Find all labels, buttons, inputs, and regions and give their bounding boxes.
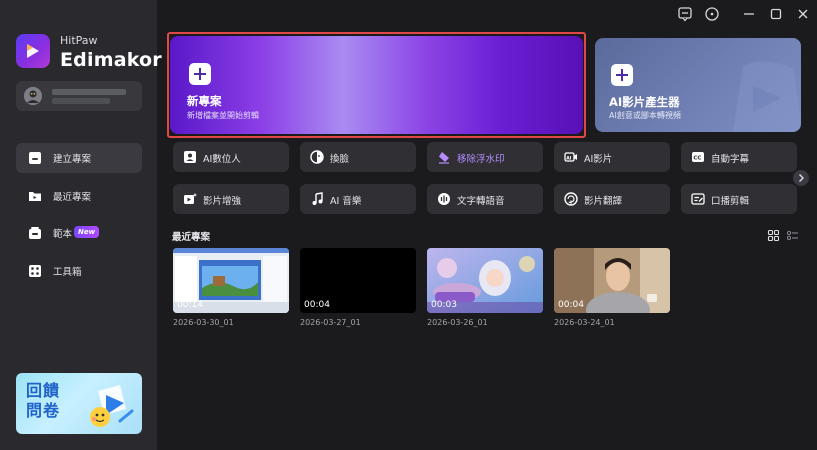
recent-projects-title: 最近專案 bbox=[172, 232, 211, 243]
tool-ai-music[interactable]: AI 音樂 bbox=[300, 184, 416, 214]
minimize-icon[interactable] bbox=[740, 5, 758, 23]
tool-ai-video[interactable]: AI AI影片 bbox=[554, 142, 670, 172]
toolbox-icon bbox=[29, 265, 41, 277]
grid-view-icon[interactable] bbox=[767, 229, 780, 242]
tool-label: 文字轉語音 bbox=[457, 196, 505, 207]
project-thumbnail-3[interactable]: 00:03 bbox=[427, 248, 543, 313]
translate-icon bbox=[564, 192, 578, 206]
tool-text-to-speech[interactable]: 文字轉語音 bbox=[427, 184, 543, 214]
list-view-icon[interactable] bbox=[786, 229, 799, 242]
tool-remove-watermark[interactable]: 移除浮水印 bbox=[427, 142, 543, 172]
project-date: 2026-03-26_01 bbox=[427, 318, 488, 327]
edimakor-logo-icon bbox=[16, 34, 50, 68]
maximize-icon[interactable] bbox=[767, 5, 785, 23]
highlight-outline bbox=[167, 32, 586, 138]
account-name-redacted bbox=[52, 89, 126, 95]
speech-edit-icon bbox=[691, 193, 705, 205]
cc-icon: CC bbox=[692, 152, 704, 162]
avatar-icon bbox=[184, 151, 196, 163]
svg-text:AI: AI bbox=[566, 155, 571, 161]
tool-face-swap[interactable]: 換臉 bbox=[300, 142, 416, 172]
tool-label: AI數位人 bbox=[203, 154, 241, 165]
project-date: 2026-03-30_01 bbox=[173, 318, 234, 327]
tts-icon bbox=[438, 193, 450, 205]
ai-video-generator-card[interactable]: AI影片產生器 AI創意或腳本轉視頻 bbox=[595, 38, 801, 132]
tool-label: 口播剪輯 bbox=[711, 196, 750, 207]
feedback-label: 回饋 問卷 bbox=[26, 381, 60, 421]
ai-generator-subtitle: AI創意或腳本轉視頻 bbox=[609, 111, 681, 120]
tool-speech-edit[interactable]: 口播剪輯 bbox=[681, 184, 797, 214]
eraser-icon bbox=[439, 152, 449, 164]
ai-video-icon: AI bbox=[564, 152, 577, 162]
feedback-label-text: 回饋 問卷 bbox=[26, 381, 61, 420]
brand-company: HitPaw bbox=[60, 34, 98, 47]
project-thumbnail-2[interactable]: 00:04 bbox=[300, 248, 416, 313]
tool-label: 影片翻譯 bbox=[584, 196, 623, 207]
sidebar-item-recent-projects[interactable]: 最近專案 bbox=[16, 181, 142, 211]
home-icon bbox=[29, 152, 41, 164]
sidebar: HitPaw Edimakor 建立專案 最近專案 範本 New 工具箱 回饋 … bbox=[0, 0, 162, 450]
template-icon bbox=[29, 227, 41, 239]
sidebar-item-label: 建立專案 bbox=[53, 154, 92, 165]
ai-generator-title: AI影片產生器 bbox=[609, 95, 680, 109]
project-date: 2026-03-27_01 bbox=[300, 318, 361, 327]
sidebar-item-label: 範本 bbox=[53, 229, 73, 240]
project-duration: 00:04 bbox=[558, 300, 584, 310]
project-thumbnail-1[interactable]: 00:14 bbox=[173, 248, 289, 313]
project-duration: 00:14 bbox=[177, 300, 203, 310]
tool-video-enhance[interactable]: 影片增強 bbox=[173, 184, 289, 214]
folder-icon bbox=[29, 192, 41, 201]
ai-play-decoration-icon bbox=[733, 61, 801, 132]
tool-label: 換臉 bbox=[330, 154, 350, 165]
project-duration: 00:03 bbox=[431, 300, 457, 310]
close-icon[interactable] bbox=[794, 5, 812, 23]
sidebar-item-create-project[interactable]: 建立專案 bbox=[16, 143, 142, 173]
tool-label: AI 音樂 bbox=[330, 196, 362, 207]
sidebar-item-toolbox[interactable]: 工具箱 bbox=[16, 256, 142, 286]
tool-label: 自動字幕 bbox=[711, 154, 750, 165]
project-thumbnail-4[interactable]: 00:04 bbox=[554, 248, 670, 313]
tool-video-translate[interactable]: 影片翻譯 bbox=[554, 184, 670, 214]
project-date: 2026-03-24_01 bbox=[554, 318, 615, 327]
avatar bbox=[24, 87, 42, 105]
enhance-icon bbox=[184, 193, 197, 204]
brand-product: Edimakor bbox=[60, 49, 162, 71]
sidebar-item-label: 工具箱 bbox=[53, 267, 82, 278]
tool-auto-subtitle[interactable]: CC 自動字幕 bbox=[681, 142, 797, 172]
chevron-right-icon bbox=[799, 174, 804, 182]
feedback-survey-banner[interactable]: 回饋 問卷 bbox=[16, 373, 142, 434]
tools-scroll-right-button[interactable] bbox=[793, 170, 809, 186]
sidebar-item-templates[interactable]: 範本 New bbox=[16, 218, 142, 248]
face-swap-icon bbox=[310, 150, 324, 164]
new-badge: New bbox=[74, 226, 100, 238]
account-email-redacted bbox=[52, 98, 110, 104]
tool-label: 影片增強 bbox=[203, 196, 242, 207]
account-panel[interactable] bbox=[16, 81, 142, 111]
sidebar-item-label: 最近專案 bbox=[53, 192, 92, 203]
tool-label: AI影片 bbox=[584, 154, 613, 165]
tool-label: 移除浮水印 bbox=[457, 154, 505, 165]
chat-feedback-icon[interactable] bbox=[676, 5, 694, 23]
music-icon bbox=[312, 192, 323, 205]
svg-text:CC: CC bbox=[693, 156, 701, 162]
info-icon[interactable] bbox=[703, 5, 721, 23]
survey-illustration-icon bbox=[90, 385, 134, 427]
plus-icon bbox=[611, 64, 633, 86]
project-duration: 00:04 bbox=[304, 300, 330, 310]
tool-ai-avatar[interactable]: AI數位人 bbox=[173, 142, 289, 172]
